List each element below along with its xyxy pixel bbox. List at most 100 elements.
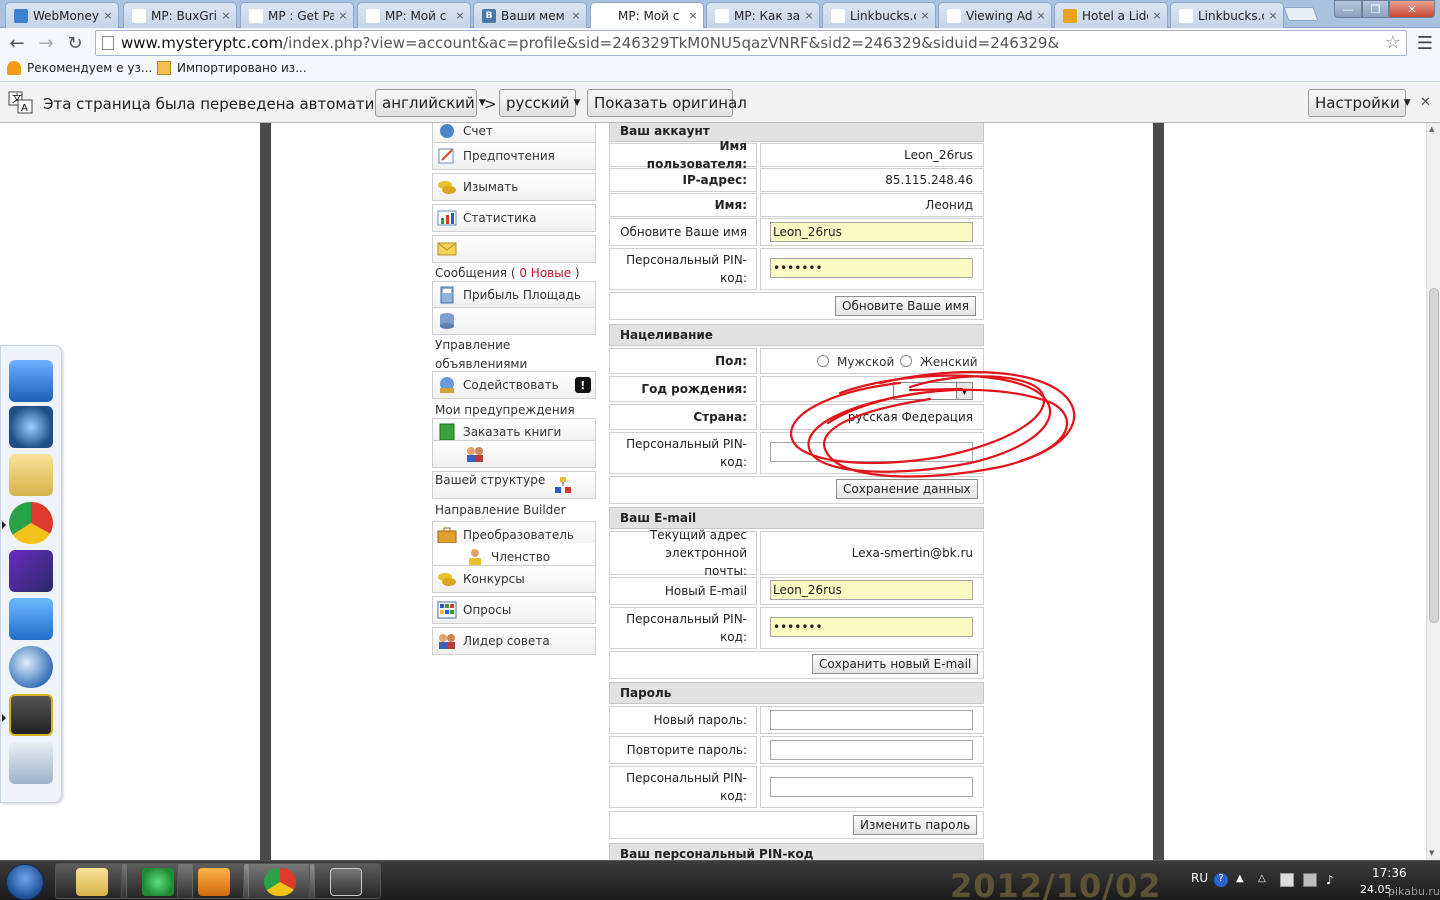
coins-icon (437, 570, 457, 588)
menu-item-promote[interactable]: Содействовать! (432, 371, 596, 399)
password-pin-input[interactable] (770, 777, 973, 797)
browser-tab[interactable]: MP: BuxGri × (123, 2, 237, 28)
menu-item-polls[interactable]: Опросы (432, 596, 596, 624)
browser-tab[interactable]: WebMoney × (5, 2, 119, 28)
recycle-bin-icon[interactable] (9, 742, 53, 784)
show-original-button[interactable]: Показать оригинал (587, 89, 747, 117)
menu-item-contests[interactable]: Конкурсы (432, 565, 596, 593)
close-infobar-icon[interactable]: ✕ (1420, 95, 1431, 110)
remote-desktop-icon[interactable] (9, 694, 53, 736)
address-bar[interactable]: www.mysteryptc.com/index.php?view=accoun… (95, 30, 1407, 56)
browser-tab[interactable]: Viewing Ad × (938, 2, 1052, 28)
tab-close-icon[interactable]: × (570, 9, 582, 22)
tab-label: Viewing Ad (966, 8, 1032, 23)
tab-close-icon[interactable]: × (454, 9, 466, 22)
menu-item-withdraw[interactable]: Изымать (432, 173, 596, 201)
new-email-input[interactable] (770, 580, 973, 600)
tab-close-icon[interactable]: × (919, 9, 931, 22)
back-arrow-icon[interactable]: ← (6, 32, 28, 54)
tab-strip: WebMoney × MP: BuxGri × MP : Get Pa × MP: Мой … (0, 0, 1440, 28)
ip-label: IP-адрес: (609, 168, 757, 192)
maximize-button[interactable]: ❐ (1362, 0, 1389, 18)
email-pin-input[interactable] (770, 617, 973, 637)
ads-manage-caption[interactable]: Управление объявлениями (435, 336, 595, 374)
minimize-button[interactable]: — (1334, 0, 1362, 18)
browser-tab[interactable]: Linkbucks.c × (1170, 2, 1284, 28)
menu-item-referrals[interactable] (432, 440, 596, 468)
browser-tab[interactable]: Linkbucks.c × (822, 2, 936, 28)
menu-item-preferences[interactable]: Предпочтения (432, 142, 596, 170)
repeat-password-input[interactable] (770, 740, 973, 760)
help-icon[interactable]: ? (1214, 873, 1228, 887)
scroll-down-icon[interactable]: ▼ (1429, 849, 1434, 857)
tab-close-icon[interactable]: × (1035, 9, 1047, 22)
task-media-player[interactable] (177, 863, 249, 899)
menu-item-database[interactable] (432, 307, 596, 335)
browser-tab[interactable]: Hotel a Lido × (1054, 2, 1168, 28)
source-language-select[interactable]: английский ▼ (375, 89, 486, 117)
browser-tab[interactable]: MP : Get Pa × (240, 2, 354, 28)
page-scrollbar[interactable]: ▲ ▼ (1426, 123, 1440, 860)
menu-wrench-icon[interactable]: ☰ (1415, 33, 1435, 54)
browser-tab[interactable]: B Ваши мем × (473, 2, 587, 28)
scroll-thumb[interactable] (1429, 288, 1439, 623)
menu-item-structure[interactable]: Вашей структуре (432, 471, 596, 499)
browser-tab[interactable]: MP: Как зар× (706, 2, 820, 28)
scroll-up-icon[interactable]: ▲ (1429, 125, 1434, 133)
update-name-input[interactable] (770, 222, 973, 242)
menu-item-profit-area[interactable]: Прибыль Площадь (432, 281, 596, 309)
volume-icon[interactable]: ♪ (1326, 873, 1340, 887)
tab-label: Linkbucks.c (1198, 8, 1264, 23)
bookmark-folder-imported[interactable]: Импортировано из... (157, 61, 307, 75)
menu-item-messages[interactable] (432, 235, 596, 263)
url-text[interactable]: www.mysteryptc.com/index.php?view=accoun… (121, 34, 1059, 52)
save-email-button[interactable]: Сохранить новый E-mail (812, 654, 979, 674)
language-indicator[interactable]: RU (1191, 871, 1208, 885)
kmplayer-icon[interactable] (9, 406, 53, 448)
remote-desktop-icon (330, 868, 362, 896)
close-window-button[interactable]: ✕ (1389, 0, 1435, 18)
builder-caption[interactable]: Направление Builder (435, 501, 566, 520)
tab-close-icon[interactable]: × (1267, 9, 1279, 22)
bookmark-star-icon[interactable]: ☆ (1385, 32, 1401, 53)
network-icon[interactable] (1303, 873, 1317, 887)
task-remote-desktop[interactable] (309, 863, 381, 899)
translate-settings-button[interactable]: Настройки ▼ (1308, 89, 1411, 117)
tab-close-icon[interactable]: × (1151, 9, 1163, 22)
update-name-button[interactable]: Обновите Ваше имя (835, 296, 976, 316)
tab-close-icon[interactable]: × (803, 9, 815, 22)
network-globe-icon[interactable] (9, 646, 53, 688)
tab-close-icon[interactable]: × (337, 9, 349, 22)
calculator-icon (437, 286, 457, 304)
menu-item-council-leader[interactable]: Лидер совета (432, 627, 596, 655)
tab-close-icon[interactable]: × (687, 9, 699, 22)
users-icon (437, 632, 457, 650)
action-center-icon[interactable] (1280, 873, 1294, 887)
folder-icon[interactable] (9, 454, 53, 496)
video-editor-icon[interactable] (9, 550, 53, 592)
account-pin-input[interactable] (770, 258, 973, 278)
chrome-icon[interactable] (9, 502, 53, 544)
show-hidden-icon[interactable]: △ (1258, 873, 1272, 887)
clock-time[interactable]: 17:36 (1372, 866, 1407, 880)
browser-tab[interactable]: MP: Мой с × (357, 2, 471, 28)
task-chrome[interactable] (243, 863, 315, 899)
browser-tab[interactable]: MP: Мой с × (590, 2, 704, 28)
target-language-select[interactable]: русский ▼ (499, 89, 580, 117)
tray-arrow-icon[interactable]: ▲ (1236, 873, 1250, 887)
new-password-input[interactable] (770, 710, 973, 730)
reload-icon[interactable]: ↻ (64, 32, 86, 54)
forward-arrow-icon[interactable]: → (35, 32, 57, 54)
start-button[interactable] (6, 864, 44, 900)
music-icon[interactable] (9, 598, 53, 640)
change-password-button[interactable]: Изменить пароль (853, 815, 978, 835)
chrome-icon (264, 868, 296, 896)
tab-close-icon[interactable]: × (102, 9, 114, 22)
computer-icon[interactable] (9, 360, 53, 402)
task-explorer[interactable] (55, 863, 127, 899)
tab-close-icon[interactable]: × (220, 9, 232, 22)
new-tab-button[interactable] (1283, 7, 1319, 21)
tab-label: Hotel a Lido (1082, 8, 1148, 23)
bookmark-recommended[interactable]: Рекомендуем е уз... (7, 61, 152, 75)
menu-item-statistics[interactable]: Статистика (432, 204, 596, 232)
